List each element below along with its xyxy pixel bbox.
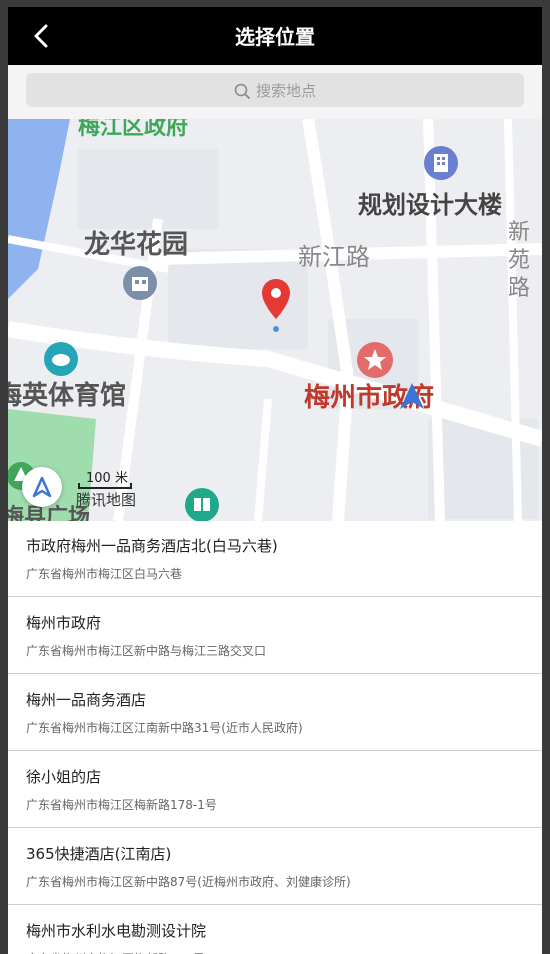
office-building-icon	[424, 146, 458, 180]
result-address: 广东省梅州市梅江区梅新路178-1号	[26, 798, 217, 812]
header-bar: 选择位置	[8, 7, 542, 65]
residential-icon	[123, 266, 157, 300]
map-label-garden: 龙华花园	[84, 230, 189, 260]
result-name: 徐小姐的店	[26, 768, 102, 786]
navigation-arrow-icon	[400, 383, 424, 409]
result-item[interactable]: 市政府梅州一品商务酒店北(白马六巷) 广东省梅州市梅江区白马六巷	[8, 521, 542, 597]
map-label-building: 规划设计大楼	[358, 191, 502, 219]
current-position-dot-icon	[273, 326, 279, 332]
compass-arrow-icon	[32, 476, 52, 498]
search-placeholder: 搜索地点	[255, 82, 316, 100]
result-address: 广东省梅州市梅江区新中路87号(近梅州市政府、刘健康诊所)	[26, 875, 351, 889]
result-name: 梅州一品商务酒店	[26, 691, 147, 709]
result-name: 梅州市政府	[26, 614, 102, 632]
map-provider-label: 腾讯地图	[76, 491, 137, 509]
map-view[interactable]: 梅江区政府 规划设计大楼 龙华花园 新江路 新苑路 梅英体育馆 梅州市政府 梅县…	[8, 119, 542, 521]
map-label-top: 梅江区政府	[78, 119, 189, 140]
search-input[interactable]: 搜索地点	[26, 73, 524, 107]
phone-screen: 选择位置 搜索地点 梅江区政府 规划设计大楼 龙华花园 新江路 新苑路 梅英体育…	[8, 7, 542, 954]
map-label-road-xinjiang: 新江路	[298, 243, 370, 271]
watermark-text: CSDN @sheji1303	[414, 928, 532, 943]
result-item[interactable]: 365快捷酒店(江南店) 广东省梅州市梅江区新中路87号(近梅州市政府、刘健康诊所…	[8, 829, 542, 905]
sports-venue-icon	[44, 342, 78, 376]
government-star-icon	[357, 342, 393, 378]
result-item[interactable]: 徐小姐的店广东省梅州市梅江区梅新路178-1号	[8, 752, 542, 828]
library-icon	[185, 488, 219, 521]
result-address: 广东省梅州市梅江区江南新中路31号(近市人民政府)	[26, 721, 303, 735]
result-item[interactable]: 梅州一品商务酒店广东省梅州市梅江区江南新中路31号(近市人民政府)	[8, 675, 542, 751]
page-title: 选择位置	[235, 25, 315, 49]
search-icon	[234, 83, 250, 99]
result-name: 365快捷酒店(江南店)	[26, 845, 172, 863]
location-pin-icon	[262, 279, 290, 319]
results-list: 市政府梅州一品商务酒店北(白马六巷) 广东省梅州市梅江区白马六巷 梅州市政府 广东省梅…	[8, 521, 542, 954]
result-name: 市政府梅州一品商务酒店北(白马六巷)	[26, 537, 278, 555]
result-address: 广东省梅州市梅江区梅新路143号	[26, 950, 205, 954]
result-name: 梅州市水利水电勘测设计院	[26, 922, 207, 940]
result-address: 广东省梅州市梅江区新中路与梅江三路交叉口	[26, 644, 267, 658]
result-item[interactable]: 梅州市政府广东省梅州市梅江区新中路与梅江三路交叉口	[8, 598, 542, 674]
map-label-stadium: 梅英体育馆	[8, 381, 127, 411]
map-label-road-xinyuan: 新苑路	[508, 220, 531, 301]
locate-me-button[interactable]	[22, 467, 62, 507]
result-address: 广东省梅州市梅江区白马六巷	[26, 567, 183, 581]
